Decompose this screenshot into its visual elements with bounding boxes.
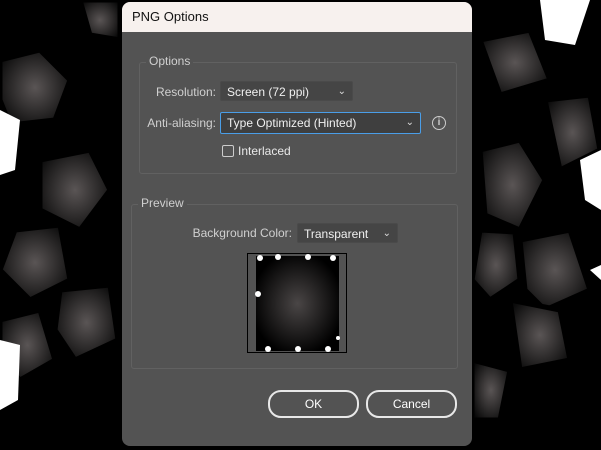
background-color-value: Transparent: [304, 227, 369, 241]
png-options-dialog: PNG Options Options Resolution: Screen (…: [122, 2, 472, 446]
background-color-label: Background Color:: [192, 226, 292, 240]
chevron-down-icon: ⌄: [405, 117, 414, 128]
options-legend: Options: [146, 54, 194, 68]
background-color-select[interactable]: Transparent ⌄: [297, 223, 398, 243]
preview-legend: Preview: [138, 196, 187, 210]
antialiasing-value: Type Optimized (Hinted): [227, 116, 357, 130]
ok-button[interactable]: OK: [268, 390, 359, 418]
resolution-value: Screen (72 ppi): [227, 85, 310, 99]
info-icon[interactable]: i: [432, 116, 446, 130]
interlaced-label: Interlaced: [238, 144, 291, 158]
antialiasing-label: Anti-aliasing:: [147, 116, 216, 130]
chevron-down-icon: ⌄: [337, 86, 346, 97]
resolution-select[interactable]: Screen (72 ppi) ⌄: [220, 81, 353, 101]
interlaced-checkbox[interactable]: [222, 145, 234, 157]
chevron-down-icon: ⌄: [382, 228, 391, 239]
dialog-title: PNG Options: [122, 2, 472, 32]
preview-thumbnail: [247, 253, 347, 353]
cancel-button[interactable]: Cancel: [366, 390, 457, 418]
antialiasing-select[interactable]: Type Optimized (Hinted) ⌄: [220, 112, 421, 134]
resolution-label: Resolution:: [155, 85, 216, 99]
